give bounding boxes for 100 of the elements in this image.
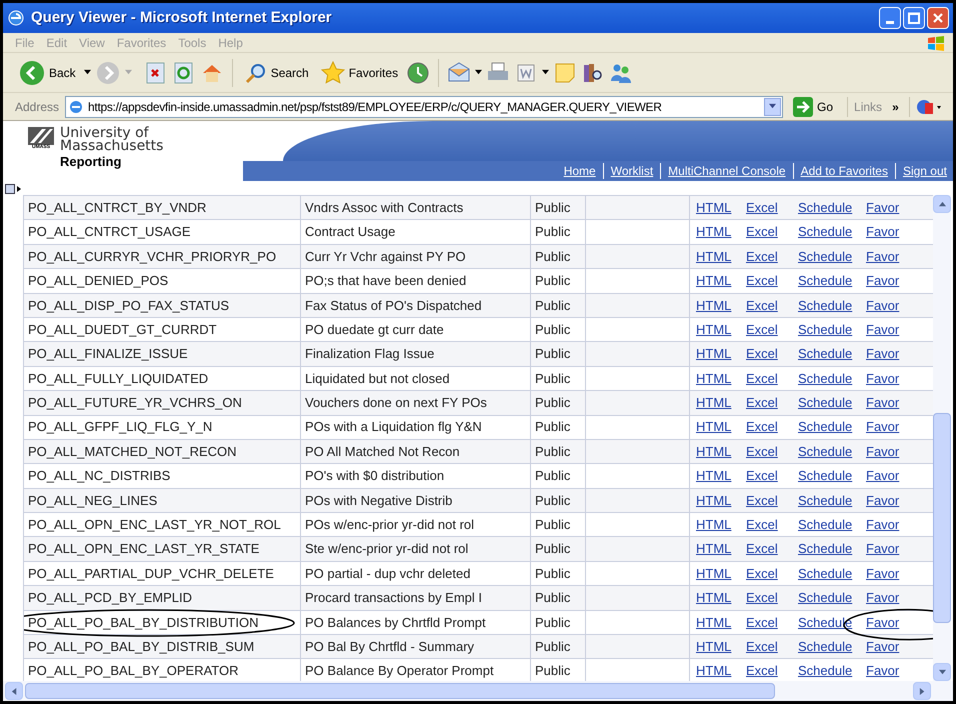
excel-link[interactable]: Excel [746, 515, 778, 535]
html-link[interactable]: HTML [696, 246, 732, 266]
schedule-link[interactable]: Schedule [798, 296, 852, 315]
favorite-link[interactable]: Favor [866, 442, 900, 462]
html-link[interactable]: HTML [696, 368, 732, 388]
search-button[interactable]: Search [240, 62, 313, 84]
favorite-link[interactable]: Favor [866, 368, 900, 388]
html-link[interactable]: HTML [696, 344, 732, 364]
scroll-down-button[interactable] [933, 663, 951, 681]
favorite-link[interactable]: Favor [866, 588, 900, 608]
excel-link[interactable]: Excel [746, 320, 778, 340]
excel-link[interactable]: Excel [746, 393, 778, 413]
html-link[interactable]: HTML [696, 612, 732, 632]
schedule-link[interactable]: Schedule [798, 515, 852, 535]
back-button[interactable]: Back [15, 60, 80, 86]
schedule-link[interactable]: Schedule [798, 271, 852, 291]
html-link[interactable]: HTML [696, 417, 732, 437]
excel-link[interactable]: Excel [746, 368, 778, 388]
html-link[interactable]: HTML [696, 296, 732, 315]
nav-link[interactable]: Home [564, 162, 596, 180]
favorite-link[interactable]: Favor [866, 417, 900, 437]
schedule-link[interactable]: Schedule [798, 588, 852, 608]
excel-link[interactable]: Excel [746, 222, 778, 242]
nav-link[interactable]: Sign out [902, 162, 947, 180]
excel-link[interactable]: Excel [746, 661, 778, 681]
favorite-link[interactable]: Favor [866, 661, 900, 681]
schedule-link[interactable]: Schedule [798, 368, 852, 388]
html-link[interactable]: HTML [696, 588, 732, 608]
html-link[interactable]: HTML [696, 198, 732, 218]
schedule-link[interactable]: Schedule [798, 564, 852, 584]
horizontal-scrollbar[interactable] [5, 682, 931, 700]
scroll-up-button[interactable] [933, 195, 951, 213]
scroll-thumb[interactable] [25, 683, 775, 699]
html-link[interactable]: HTML [696, 466, 732, 486]
excel-link[interactable]: Excel [746, 612, 778, 632]
html-link[interactable]: HTML [696, 636, 732, 656]
pdf-icon[interactable] [916, 98, 942, 116]
favorite-link[interactable]: Favor [866, 344, 900, 364]
favorite-link[interactable]: Favor [866, 612, 900, 632]
excel-link[interactable]: Excel [746, 442, 778, 462]
schedule-link[interactable]: Schedule [798, 393, 852, 413]
schedule-link[interactable]: Schedule [798, 661, 852, 681]
favorite-link[interactable]: Favor [866, 515, 900, 535]
excel-link[interactable]: Excel [746, 539, 778, 559]
go-button[interactable]: Go [793, 96, 834, 116]
favorite-link[interactable]: Favor [866, 271, 900, 291]
favorite-link[interactable]: Favor [866, 490, 900, 510]
html-link[interactable]: HTML [696, 515, 732, 535]
html-link[interactable]: HTML [696, 320, 732, 340]
html-link[interactable]: HTML [696, 393, 732, 413]
excel-link[interactable]: Excel [746, 198, 778, 218]
favorite-link[interactable]: Favor [866, 296, 900, 315]
scroll-left-button[interactable] [5, 682, 23, 700]
excel-link[interactable]: Excel [746, 636, 778, 656]
schedule-link[interactable]: Schedule [798, 490, 852, 510]
schedule-link[interactable]: Schedule [798, 466, 852, 486]
excel-link[interactable]: Excel [746, 564, 778, 584]
html-link[interactable]: HTML [696, 490, 732, 510]
excel-link[interactable]: Excel [746, 246, 778, 266]
panel-toggle-icon[interactable] [5, 184, 23, 194]
dropdown-button[interactable] [764, 98, 782, 116]
html-link[interactable]: HTML [696, 539, 732, 559]
close-button[interactable] [927, 7, 949, 29]
html-link[interactable]: HTML [696, 564, 732, 584]
schedule-link[interactable]: Schedule [798, 246, 852, 266]
nav-link[interactable]: MultiChannel Console [668, 162, 786, 180]
favorite-link[interactable]: Favor [866, 246, 900, 266]
favorites-button[interactable]: Favorites [316, 60, 402, 84]
nav-link[interactable]: Add to Favorites [800, 162, 888, 180]
schedule-link[interactable]: Schedule [798, 539, 852, 559]
scroll-right-button[interactable] [913, 682, 931, 700]
favorite-link[interactable]: Favor [866, 466, 900, 486]
excel-link[interactable]: Excel [746, 271, 778, 291]
schedule-link[interactable]: Schedule [798, 442, 852, 462]
excel-link[interactable]: Excel [746, 344, 778, 364]
nav-link[interactable]: Worklist [610, 162, 654, 180]
excel-link[interactable]: Excel [746, 490, 778, 510]
favorite-link[interactable]: Favor [866, 320, 900, 340]
excel-link[interactable]: Excel [746, 296, 778, 315]
schedule-link[interactable]: Schedule [798, 417, 852, 437]
minimize-button[interactable] [879, 7, 901, 29]
schedule-link[interactable]: Schedule [798, 222, 852, 242]
mail-icon[interactable] [447, 60, 472, 84]
excel-link[interactable]: Excel [746, 417, 778, 437]
favorite-link[interactable]: Favor [866, 636, 900, 656]
excel-link[interactable]: Excel [746, 466, 778, 486]
scroll-thumb[interactable] [933, 413, 951, 623]
maximize-button[interactable] [903, 7, 925, 29]
favorite-link[interactable]: Favor [866, 564, 900, 584]
schedule-link[interactable]: Schedule [798, 198, 852, 218]
schedule-link[interactable]: Schedule [798, 344, 852, 364]
vertical-scrollbar[interactable] [933, 195, 951, 681]
schedule-link[interactable]: Schedule [798, 636, 852, 656]
history-icon[interactable] [406, 60, 430, 84]
html-link[interactable]: HTML [696, 661, 732, 681]
address-field[interactable]: https://appsdevfin-inside.umassadmin.net/psp/fstst89/EMPLOYEE/ERP/c/QUERY_MANAGER.QUERY_VIEWER [65, 96, 784, 118]
favorite-link[interactable]: Favor [866, 198, 900, 218]
favorite-link[interactable]: Favor [866, 222, 900, 242]
html-link[interactable]: HTML [696, 271, 732, 291]
chevron-button[interactable]: » [892, 98, 899, 116]
